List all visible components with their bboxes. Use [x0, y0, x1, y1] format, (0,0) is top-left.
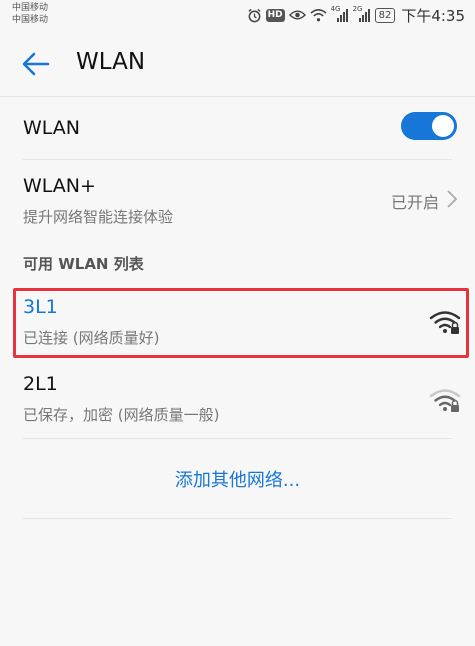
- signal-icon: 2G: [352, 5, 371, 22]
- app-bar: WLAN: [0, 32, 475, 96]
- wifi-lock-icon: [429, 389, 461, 412]
- wlan-toggle-switch[interactable]: [401, 112, 457, 140]
- wlan-settings-screen: 中国移动 中国移动 HD 4G 2G 82 下午4:35 WLAN WLAN W…: [0, 0, 475, 646]
- chevron-right-icon: [447, 190, 458, 208]
- wifi-icon: [310, 8, 327, 22]
- wlan-plus-label: WLAN+: [23, 175, 96, 197]
- network-type-1: 4G: [330, 5, 341, 13]
- divider: [23, 518, 452, 519]
- highlight-box: [13, 288, 469, 358]
- arrow-left-icon: [22, 52, 50, 76]
- eye-icon: [288, 9, 306, 21]
- network-type-2: 2G: [352, 5, 363, 13]
- wlan-toggle-row[interactable]: WLAN: [0, 97, 475, 159]
- hd-badge: HD: [265, 8, 285, 22]
- wlan-toggle-label: WLAN: [23, 117, 81, 139]
- network-item[interactable]: 2L1 已保存，加密 (网络质量一般): [0, 364, 475, 436]
- status-icons: HD 4G 2G 82 下午4:35: [247, 4, 465, 26]
- add-network-link[interactable]: 添加其他网络...: [0, 466, 475, 492]
- toggle-knob: [432, 115, 454, 137]
- battery-level: 82: [374, 7, 396, 23]
- back-button[interactable]: [14, 44, 58, 84]
- wlan-plus-status: 已开启: [390, 193, 439, 212]
- network-name: 2L1: [23, 373, 58, 395]
- signal-icon: 4G: [330, 5, 349, 22]
- page-title: WLAN: [76, 49, 146, 75]
- status-bar: 中国移动 中国移动 HD 4G 2G 82 下午4:35: [0, 0, 475, 32]
- clock: 下午4:35: [401, 6, 465, 25]
- carrier-info: 中国移动 中国移动: [12, 2, 48, 26]
- alarm-icon: [247, 8, 262, 23]
- wlan-plus-subtitle: 提升网络智能连接体验: [23, 208, 174, 226]
- network-status: 已保存，加密 (网络质量一般): [23, 406, 220, 424]
- divider: [23, 438, 452, 439]
- section-header: 可用 WLAN 列表: [23, 255, 144, 273]
- carrier-2: 中国移动: [12, 15, 49, 25]
- carrier-1: 中国移动: [12, 3, 49, 13]
- wlan-plus-row[interactable]: WLAN+ 提升网络智能连接体验 已开启: [0, 160, 475, 234]
